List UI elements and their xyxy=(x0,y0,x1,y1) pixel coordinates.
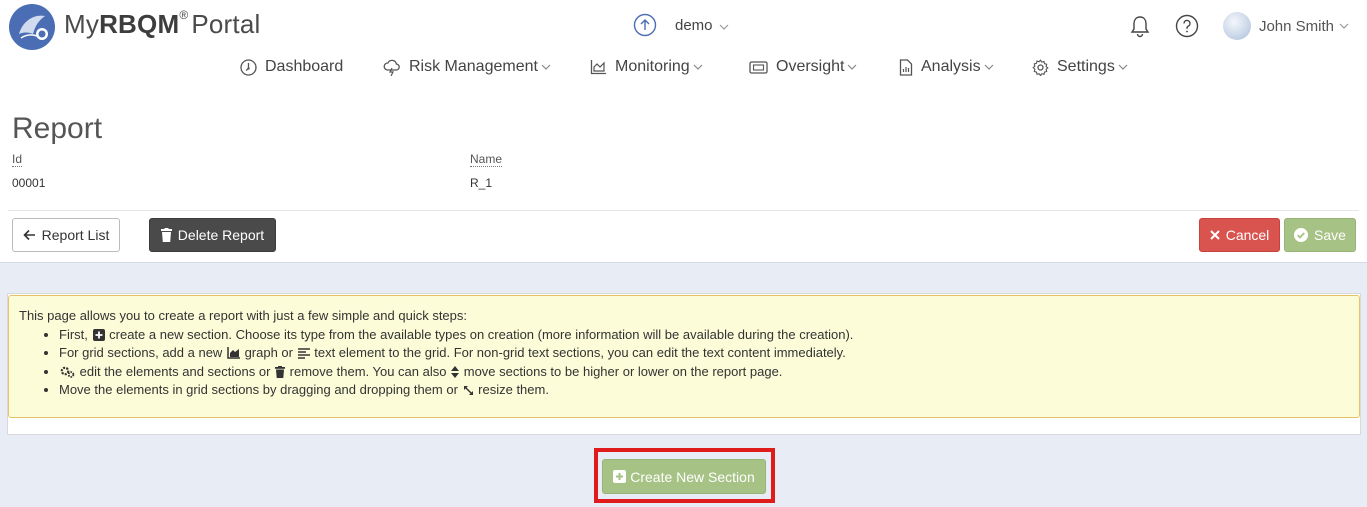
report-list-button[interactable]: Report List xyxy=(12,218,120,252)
help-step: For grid sections, add a new graph or te… xyxy=(59,344,1349,363)
chevron-down-icon xyxy=(541,64,551,70)
delete-report-button[interactable]: Delete Report xyxy=(149,218,276,252)
environment-label: demo xyxy=(675,17,713,34)
name-value: R_1 xyxy=(470,176,493,190)
chevron-down-icon xyxy=(693,64,703,70)
help-intro: This page allows you to create a report … xyxy=(19,308,467,323)
header-user-area: John Smith xyxy=(1126,12,1349,40)
id-value: 00001 xyxy=(12,176,46,190)
name-label: Name xyxy=(470,152,503,167)
page-title: Report xyxy=(12,112,103,145)
help-text: remove them. You can also xyxy=(289,363,447,379)
bell-icon[interactable] xyxy=(1126,12,1154,40)
resize-icon xyxy=(463,386,473,395)
brand-bold: RBQM xyxy=(99,9,180,39)
upload-arrow-icon xyxy=(633,13,657,42)
cancel-button[interactable]: Cancel xyxy=(1199,218,1280,252)
top-header: MyRBQM® Portal demo John Smith Dashboard … xyxy=(0,0,1367,100)
avatar[interactable] xyxy=(1222,12,1251,40)
help-text: create a new section. Choose its type fr… xyxy=(109,326,854,342)
help-icon[interactable] xyxy=(1173,12,1201,40)
environment-selector[interactable]: demo xyxy=(633,13,729,42)
help-text: Move the elements in grid sections by dr… xyxy=(59,382,458,397)
oversight-ticket-icon xyxy=(749,60,768,74)
create-new-section-button[interactable]: Create New Section xyxy=(602,459,766,494)
help-text: First, xyxy=(59,326,88,342)
nav-label-oversight: Oversight xyxy=(776,58,845,75)
brand-prefix: My xyxy=(64,9,100,39)
chevron-down-icon xyxy=(1339,23,1349,29)
id-label: Id xyxy=(12,152,23,167)
help-step: edit the elements and sections or remove… xyxy=(59,363,1349,382)
area-chart-icon xyxy=(590,60,606,75)
trash-icon xyxy=(160,228,172,242)
help-step: Move the elements in grid sections by dr… xyxy=(59,381,1349,400)
plus-square-icon xyxy=(613,470,627,483)
plus-square-icon xyxy=(92,328,105,341)
help-text: graph or xyxy=(244,345,293,360)
brand-suffix: Portal xyxy=(191,9,261,39)
save-button[interactable]: Save xyxy=(1284,218,1356,252)
report-list-label: Report List xyxy=(41,227,110,243)
help-text: move sections to be higher or lower on t… xyxy=(463,363,783,379)
chevron-down-icon xyxy=(1118,64,1128,70)
help-steps-list: First, create a new section. Choose its … xyxy=(59,326,1349,400)
main-navigation: Dashboard Risk Management Monitoring Ove… xyxy=(0,58,1367,86)
trash-icon xyxy=(275,365,286,378)
help-alert: This page allows you to create a report … xyxy=(8,295,1360,418)
help-text: resize them. xyxy=(478,382,549,397)
delete-report-label: Delete Report xyxy=(177,227,265,243)
chevron-down-icon xyxy=(848,64,857,70)
help-text: For grid sections, add a new xyxy=(59,345,223,360)
check-circle-icon xyxy=(1294,228,1309,242)
close-icon xyxy=(1209,230,1220,240)
nav-item-dashboard[interactable]: Dashboard xyxy=(240,58,343,76)
nav-item-settings[interactable]: Settings xyxy=(1032,58,1128,76)
dashboard-icon xyxy=(240,58,257,76)
divider xyxy=(8,210,1359,211)
help-text: edit the elements and sections or xyxy=(79,363,271,379)
cancel-label: Cancel xyxy=(1225,227,1270,243)
nav-label-risk-management: Risk Management xyxy=(409,58,538,75)
nav-item-analysis[interactable]: Analysis xyxy=(899,58,994,76)
chevron-down-icon xyxy=(984,64,994,70)
brand-registered-mark: ® xyxy=(179,8,189,23)
help-text: text element to the grid. For non-grid t… xyxy=(314,345,846,360)
nav-item-risk-management[interactable]: Risk Management xyxy=(383,58,551,76)
brand-logo-icon[interactable] xyxy=(9,4,55,50)
area-chart-icon xyxy=(227,347,240,359)
nav-label-monitoring: Monitoring xyxy=(615,58,690,75)
gear-icon xyxy=(1032,58,1049,76)
save-label: Save xyxy=(1314,227,1346,243)
chevron-down-icon xyxy=(719,24,728,30)
nav-item-monitoring[interactable]: Monitoring xyxy=(590,58,703,76)
sort-icon xyxy=(451,365,460,378)
nav-item-oversight[interactable]: Oversight xyxy=(749,58,857,76)
nav-label-analysis: Analysis xyxy=(921,58,981,75)
user-name[interactable]: John Smith xyxy=(1259,18,1334,35)
arrow-left-icon xyxy=(23,229,35,241)
nav-label-dashboard: Dashboard xyxy=(265,58,344,75)
help-step: First, create a new section. Choose its … xyxy=(59,326,1349,345)
gears-icon xyxy=(60,366,75,378)
align-left-icon xyxy=(297,348,310,359)
create-new-section-label: Create New Section xyxy=(630,468,755,485)
brand-title: MyRBQM® Portal xyxy=(64,8,261,40)
nav-label-settings: Settings xyxy=(1057,58,1115,75)
risk-cloud-icon xyxy=(383,59,400,76)
analysis-document-icon xyxy=(899,58,913,76)
